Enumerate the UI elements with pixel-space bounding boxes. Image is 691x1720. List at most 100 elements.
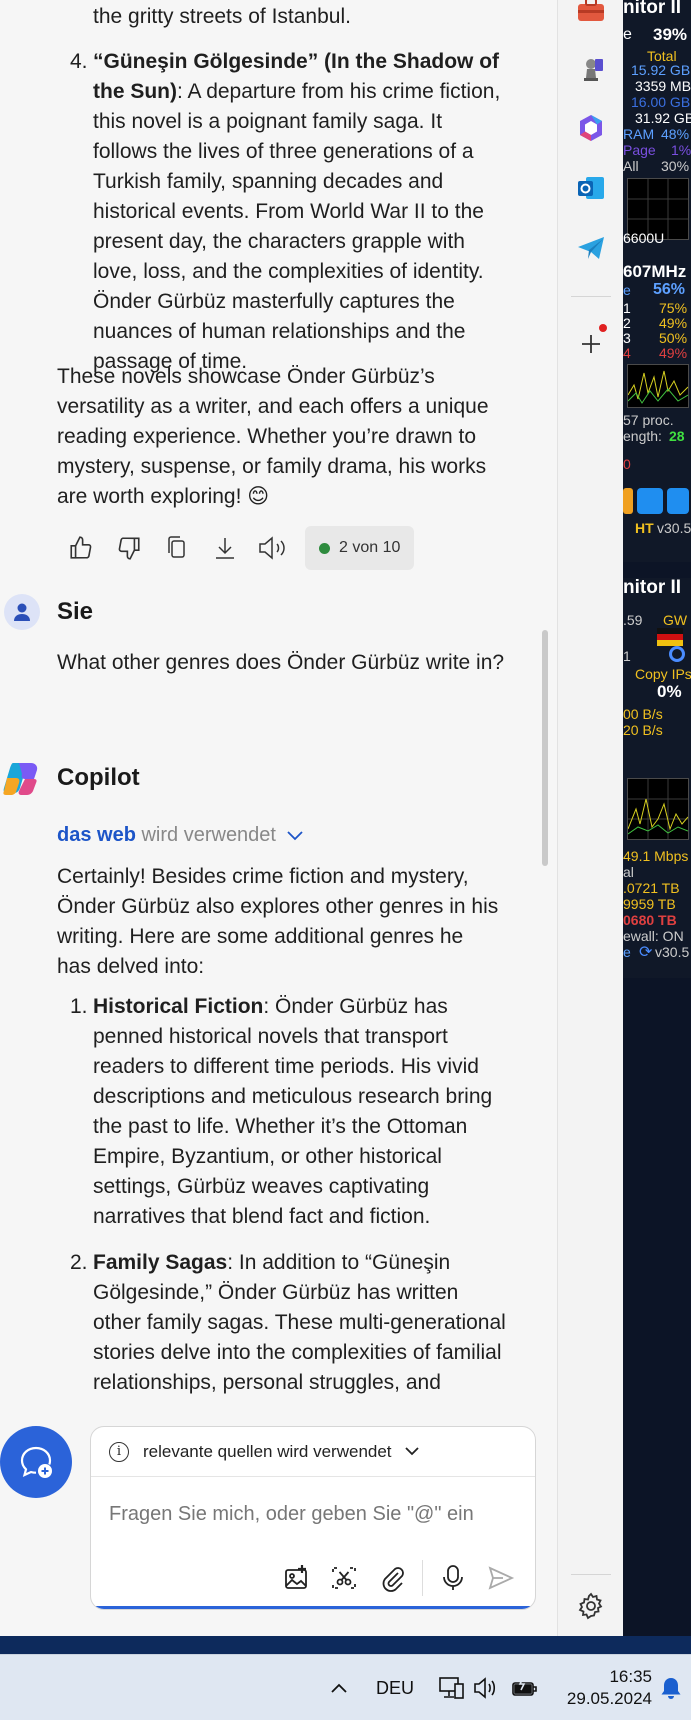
copy-button[interactable] — [153, 526, 201, 570]
core-label: e — [623, 282, 631, 298]
thumbs-down-button[interactable] — [105, 526, 153, 570]
version-label: v30.5 — [657, 520, 691, 536]
network-button[interactable] — [436, 1655, 466, 1720]
monitor-button[interactable] — [667, 488, 689, 514]
copilot-header: Copilot — [2, 760, 140, 796]
core-label: 4 — [623, 345, 631, 361]
settings-button[interactable] — [571, 1586, 611, 1626]
queue-label: ength: — [623, 428, 662, 444]
monitor-title: nitor II — [623, 0, 682, 18]
compose-box: i relevante quellen wird verwendet Frage… — [90, 1426, 536, 1610]
version-label: v30.5 — [655, 944, 690, 960]
response-list-prev: 4. “Güneşin Gölgesinde” (In the Shadow o… — [0, 47, 557, 377]
download-button[interactable] — [201, 526, 249, 570]
add-image-button[interactable] — [272, 1555, 320, 1601]
monitor-title: nitor II — [623, 577, 682, 598]
battery-button[interactable] — [508, 1655, 542, 1720]
desktop-background — [0, 1636, 691, 1654]
copilot-intro: Certainly! Besides crime fiction and mys… — [57, 865, 499, 978]
core-value: 75% — [659, 300, 688, 316]
outlook-button[interactable] — [571, 168, 611, 208]
person-icon — [14, 603, 30, 621]
list-item: 1. Historical Fiction: Önder Gürbüz has … — [0, 992, 557, 1232]
monitor-button[interactable] — [637, 488, 663, 514]
show-hidden-icons-button[interactable] — [322, 1655, 356, 1720]
m365-button[interactable] — [571, 108, 611, 148]
read-aloud-button[interactable] — [249, 526, 297, 570]
chevron-down-icon — [287, 830, 303, 840]
status-dot — [319, 542, 330, 554]
send-button[interactable] — [477, 1555, 525, 1601]
scrollbar-thumb[interactable] — [542, 630, 548, 866]
thumbs-up-button[interactable] — [57, 526, 105, 570]
chat-input[interactable]: Fragen Sie mich, oder geben Sie "@" ein — [109, 1503, 474, 1526]
microphone-button[interactable] — [429, 1555, 477, 1601]
battery-charging-icon — [512, 1677, 537, 1696]
monitor-panel-top: nitor II e 39% Total 15.92 GB 3359 MB 16… — [623, 0, 691, 562]
core-label: 2 — [623, 315, 631, 331]
clock[interactable]: 16:35 29.05.2024 — [552, 1655, 652, 1720]
volume-button[interactable] — [470, 1655, 500, 1720]
thumbs-up-icon — [70, 536, 92, 559]
language-indicator[interactable]: DEU — [368, 1655, 422, 1720]
telegram-button[interactable] — [571, 228, 611, 268]
traffic-value: 9959 TB — [623, 896, 676, 912]
clock-time: 16:35 — [609, 1667, 652, 1686]
item-text: : A departure from his crime fiction, th… — [93, 80, 501, 373]
input-focus-bar — [91, 1606, 535, 1609]
monitor-value: 0% — [657, 682, 682, 701]
toolbox-button[interactable] — [571, 0, 611, 30]
thumbs-down-icon — [118, 537, 140, 560]
monitor-value: 30% — [661, 158, 690, 174]
item-title: Historical Fiction — [93, 995, 264, 1018]
system-monitor-widget: nitor II e 39% Total 15.92 GB 3359 MB 16… — [623, 0, 691, 1636]
screenshot-button[interactable] — [320, 1555, 368, 1601]
monitor-label: e — [623, 26, 632, 43]
add-app-button[interactable] — [571, 324, 611, 364]
user-name: Sie — [57, 598, 94, 625]
cpu-clock: 607MHz — [623, 262, 687, 281]
list-number: 2. — [70, 1251, 88, 1274]
user-header: Sie — [4, 594, 93, 630]
network-graph — [627, 778, 689, 840]
monitor-value: .59 — [623, 612, 643, 628]
monitor-label: RAM — [623, 126, 655, 142]
chess-icon — [584, 59, 603, 81]
graph-line — [627, 779, 689, 839]
monitor-label: al — [623, 864, 634, 880]
monitor-label: e — [623, 944, 631, 960]
microphone-icon — [443, 1565, 463, 1590]
flag-icon — [657, 628, 683, 646]
core-value: 49% — [659, 315, 688, 331]
list-number: 4. — [70, 50, 88, 73]
monitor-label: All — [623, 158, 639, 174]
web-search-toggle[interactable]: das web wird verwendet — [57, 824, 304, 847]
response-fragment: the gritty streets of Istanbul. — [93, 5, 351, 28]
cpu-model: 6600U — [623, 230, 665, 246]
monitor-value: 15.92 GB — [631, 62, 691, 78]
web-link[interactable]: das web — [57, 824, 136, 847]
copy-ips-link[interactable]: Copy IPs — [635, 666, 691, 682]
notifications-button[interactable] — [656, 1655, 686, 1720]
taskbar: DEU 16:35 29.05.2024 — [0, 1654, 691, 1720]
response-pager: 2 von 10 — [305, 526, 415, 570]
monitor-button[interactable] — [623, 488, 633, 514]
refresh-icon[interactable]: ⟳ — [639, 942, 652, 962]
new-topic-button[interactable] — [0, 1426, 72, 1498]
item-text: : Önder Gürbüz has penned historical nov… — [93, 995, 493, 1228]
traffic-value: 0680 TB — [623, 912, 677, 928]
attach-button[interactable] — [368, 1555, 416, 1601]
m365-icon — [580, 115, 602, 141]
sources-label: relevante quellen wird verwendet — [143, 1441, 392, 1461]
list-item: 2. Family Sagas: In addition to “Güneşin… — [0, 1248, 557, 1398]
graph-line — [627, 370, 689, 404]
notification-dot — [599, 324, 607, 332]
sources-selector[interactable]: i relevante quellen wird verwendet — [91, 1427, 535, 1477]
chess-button[interactable] — [571, 50, 611, 90]
send-icon — [488, 1566, 515, 1590]
sidebar-rail — [557, 0, 623, 1636]
paperclip-icon — [382, 1567, 404, 1592]
response-closing: These novels showcase Önder Gürbüz’s ver… — [57, 365, 489, 508]
plus-icon — [582, 335, 600, 353]
pager-label: 2 von 10 — [339, 539, 401, 556]
